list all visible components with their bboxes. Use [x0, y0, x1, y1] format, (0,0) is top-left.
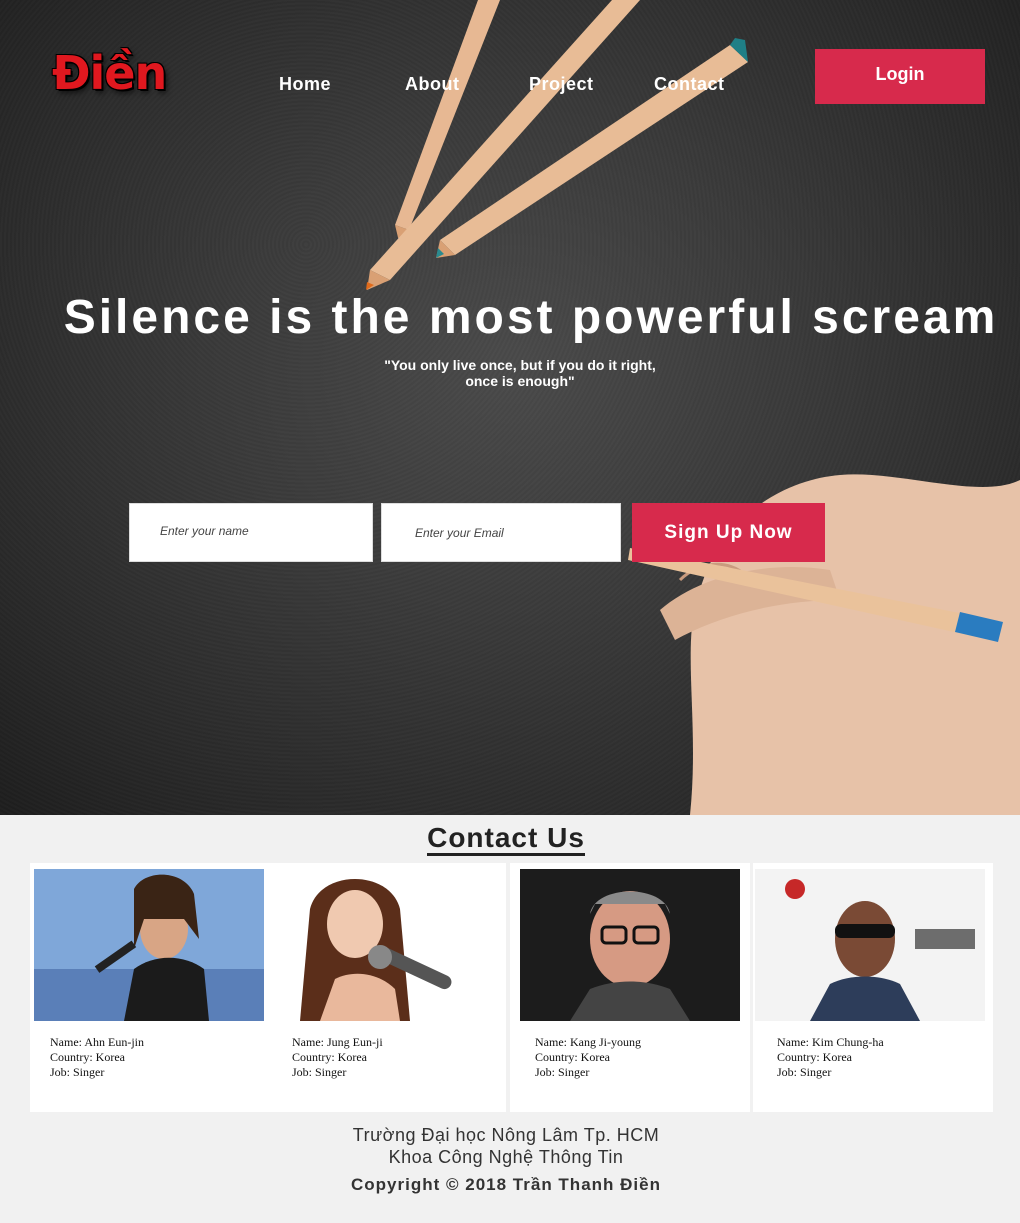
person-name: Name: Kim Chung-ha [777, 1035, 884, 1049]
person-job: Job: Singer [292, 1065, 347, 1079]
nav-item-home[interactable]: Home [279, 74, 331, 95]
person-photo [34, 869, 264, 1021]
person-country: Country: Korea [292, 1050, 367, 1064]
hero-quote-line: once is enough" [465, 373, 575, 389]
nav-item-project[interactable]: Project [529, 74, 594, 95]
footer-copyright: Copyright © 2018 Trần Thanh Điền [351, 1175, 661, 1194]
contact-title-text: Contact Us [427, 822, 585, 856]
person-job: Job: Singer [535, 1065, 590, 1079]
person-photo [755, 869, 985, 1021]
person-info: Name: Ahn Eun-jin Country: Korea Job: Si… [50, 1035, 144, 1080]
login-button[interactable]: Login [815, 49, 985, 104]
person-name: Name: Jung Eun-ji [292, 1035, 383, 1049]
sign-up-button[interactable]: Sign Up Now [632, 503, 825, 562]
site-logo[interactable]: Điền [52, 50, 167, 96]
hero-background-image [366, 0, 1020, 815]
hero-quote-line: "You only live once, but if you do it ri… [384, 357, 656, 373]
person-info: Name: Kang Ji-young Country: Korea Job: … [535, 1035, 641, 1080]
nav-item-about[interactable]: About [405, 74, 459, 95]
person-photo [280, 869, 505, 1021]
person-photo [520, 869, 740, 1021]
hero-quote: "You only live once, but if you do it ri… [330, 357, 710, 389]
footer-university: Trường Đại học Nông Lâm Tp. HCM [352, 1125, 660, 1145]
footer-faculty: Khoa Công Nghệ Thông Tin [388, 1147, 624, 1167]
person-info: Name: Kim Chung-ha Country: Korea Job: S… [777, 1035, 884, 1080]
nav-item-contact[interactable]: Contact [654, 74, 725, 95]
name-input[interactable]: Enter your name [129, 503, 373, 562]
person-country: Country: Korea [50, 1050, 125, 1064]
person-name: Name: Ahn Eun-jin [50, 1035, 144, 1049]
hero-headline: Silence is the most powerful scream [63, 291, 999, 344]
person-name: Name: Kang Ji-young [535, 1035, 641, 1049]
person-info: Name: Jung Eun-ji Country: Korea Job: Si… [292, 1035, 383, 1080]
hero-section: Điền Home About Project Contact Login Si… [0, 0, 1020, 815]
person-country: Country: Korea [777, 1050, 852, 1064]
person-job: Job: Singer [777, 1065, 832, 1079]
email-input[interactable]: Enter your Email [381, 503, 621, 562]
person-job: Job: Singer [50, 1065, 105, 1079]
contact-section-title: Contact Us [0, 822, 1012, 856]
person-country: Country: Korea [535, 1050, 610, 1064]
